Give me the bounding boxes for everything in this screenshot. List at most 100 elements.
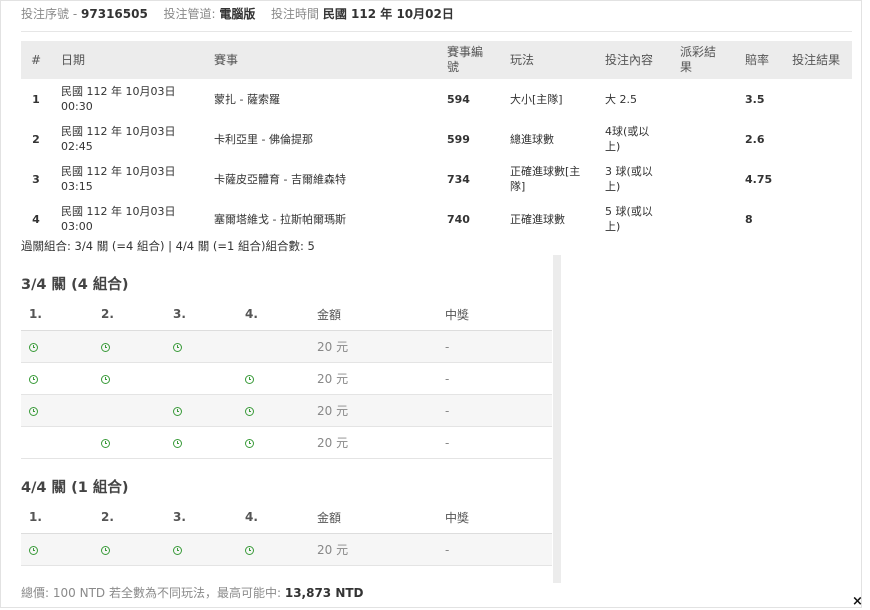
total-value: 100 NTD xyxy=(52,586,106,600)
col-content: 投注內容 xyxy=(595,41,670,79)
leg-number: 1 xyxy=(32,92,40,106)
vertical-scrollbar[interactable] xyxy=(553,255,561,583)
header-divider xyxy=(21,31,852,32)
combo-col-win: 中獎 xyxy=(437,501,552,534)
leg-number: 2 xyxy=(32,132,40,146)
leg-date: 民國 112 年 10月03日 xyxy=(61,85,176,98)
combo-amount: 20 元 xyxy=(309,394,437,427)
clock-icon xyxy=(245,545,254,555)
max-win-value: 13,873 NTD xyxy=(284,586,364,600)
total-label: 總價: xyxy=(21,586,50,600)
channel-label: 投注管道: xyxy=(163,7,216,21)
combo-col-2: 2. xyxy=(93,501,165,534)
leg-play: 總進球數 xyxy=(510,132,554,146)
leg-match: 蒙扎 - 薩索羅 xyxy=(214,92,280,106)
combo-col-amount: 金額 xyxy=(309,298,437,331)
combo-leg-cell xyxy=(93,362,165,395)
combo-leg-cell xyxy=(237,362,309,395)
bet-legs-header-row: # 日期 賽事 賽事編號 玩法 投注內容 派彩結果 賠率 投注結果 xyxy=(21,41,852,79)
leg-date: 民國 112 年 10月03日 xyxy=(61,165,176,178)
clock-icon xyxy=(173,545,182,555)
bet-leg-row: 4 民國 112 年 10月03日 03:00 塞爾塔維戈 - 拉斯帕爾瑪斯 74… xyxy=(21,199,852,239)
leg-content: 5 球(或以上) xyxy=(605,205,653,233)
col-match-id: 賽事編號 xyxy=(437,41,500,79)
combo-leg-cell xyxy=(93,533,165,566)
combo-leg-cell xyxy=(165,330,237,363)
combo-row: 20 元- xyxy=(21,362,552,395)
combo-leg-cell xyxy=(165,533,237,566)
leg-match: 卡薩皮亞體育 - 吉爾維森特 xyxy=(214,172,346,186)
combo-col-3: 3. xyxy=(165,501,237,534)
clock-icon xyxy=(29,374,38,384)
combo-col-2: 2. xyxy=(93,298,165,331)
col-odds: 賠率 xyxy=(735,41,783,79)
leg-payout xyxy=(670,79,735,119)
combo-leg-cell xyxy=(21,394,93,427)
combo-leg-cell xyxy=(165,394,237,427)
combo-row: 20 元- xyxy=(21,330,552,363)
leg-datetime: 民國 112 年 10月03日 03:00 xyxy=(51,199,204,239)
clock-icon xyxy=(101,374,110,384)
combo-amount: 20 元 xyxy=(309,330,437,363)
leg-datetime: 民國 112 年 10月03日 00:30 xyxy=(51,79,204,119)
leg-odds: 4.75 xyxy=(745,172,773,186)
combo-col-win: 中獎 xyxy=(437,298,552,331)
clock-icon xyxy=(245,406,254,416)
leg-play: 正確進球數 xyxy=(510,212,565,226)
combo-leg-cell xyxy=(237,394,309,427)
combo-leg-cell xyxy=(93,394,165,427)
combo-row: 20 元- xyxy=(21,426,552,459)
col-date: 日期 xyxy=(51,41,204,79)
leg-match-id: 734 xyxy=(447,172,470,186)
col-index: # xyxy=(21,41,51,79)
bet-legs-table: # 日期 賽事 賽事編號 玩法 投注內容 派彩結果 賠率 投注結果 1 民國 1… xyxy=(21,41,852,239)
leg-time: 00:30 xyxy=(61,100,93,113)
combo-leg-cell xyxy=(93,426,165,459)
combo-leg-cell xyxy=(21,330,93,363)
combo-col-amount: 金額 xyxy=(309,501,437,534)
leg-play: 正確進球數[主隊] xyxy=(510,165,581,193)
combo-win: - xyxy=(437,426,552,459)
channel-value: 電腦版 xyxy=(219,7,256,21)
combo-win: - xyxy=(437,394,552,427)
bet-footer: 總價: 100 NTD 若全數為不同玩法，最高可能中: 13,873 NTD xyxy=(21,584,364,601)
combo-leg-cell xyxy=(237,426,309,459)
section-title-4-of-4: 4/4 關 (1 組合) xyxy=(21,480,129,496)
combo-win: - xyxy=(437,362,552,395)
combo-row: 20 元- xyxy=(21,394,552,427)
combo-leg-cell xyxy=(21,426,93,459)
combo-row: 20 元- xyxy=(21,533,552,566)
leg-odds: 3.5 xyxy=(745,92,765,106)
serial-value: 97316505 xyxy=(81,7,148,21)
combo-header-row: 1. 2. 3. 4. 金額 中獎 xyxy=(21,501,552,534)
combo-leg-cell xyxy=(21,533,93,566)
leg-content: 大 2.5 xyxy=(605,92,637,106)
leg-datetime: 民國 112 年 10月03日 03:15 xyxy=(51,159,204,199)
combo-summary: 過關組合: 3/4 關 (=4 組合) | 4/4 關 (=1 組合)組合數: … xyxy=(21,239,315,253)
leg-match-id: 740 xyxy=(447,212,470,226)
clock-icon xyxy=(29,342,38,352)
leg-odds: 8 xyxy=(745,212,753,226)
leg-time: 03:00 xyxy=(61,220,93,233)
col-result: 投注結果 xyxy=(782,41,852,79)
leg-content: 4球(或以上) xyxy=(605,125,650,153)
max-win-label: 若全數為不同玩法，最高可能中: xyxy=(108,586,282,600)
bet-leg-row: 3 民國 112 年 10月03日 03:15 卡薩皮亞體育 - 吉爾維森特 73… xyxy=(21,159,852,199)
close-icon[interactable]: × xyxy=(852,594,863,609)
clock-icon xyxy=(245,438,254,448)
clock-icon xyxy=(173,342,182,352)
combo-leg-cell xyxy=(21,362,93,395)
clock-icon xyxy=(101,545,110,555)
combo-leg-cell xyxy=(165,362,237,395)
combo-win: - xyxy=(437,533,552,566)
combo-leg-cell xyxy=(237,330,309,363)
combo-amount: 20 元 xyxy=(309,533,437,566)
combo-amount: 20 元 xyxy=(309,426,437,459)
clock-icon xyxy=(173,438,182,448)
clock-icon xyxy=(245,374,254,384)
combo-col-1: 1. xyxy=(21,298,93,331)
time-value: 民國 112 年 10月02日 xyxy=(322,7,454,21)
combo-win: - xyxy=(437,330,552,363)
leg-match-id: 599 xyxy=(447,132,470,146)
leg-datetime: 民國 112 年 10月03日 02:45 xyxy=(51,119,204,159)
